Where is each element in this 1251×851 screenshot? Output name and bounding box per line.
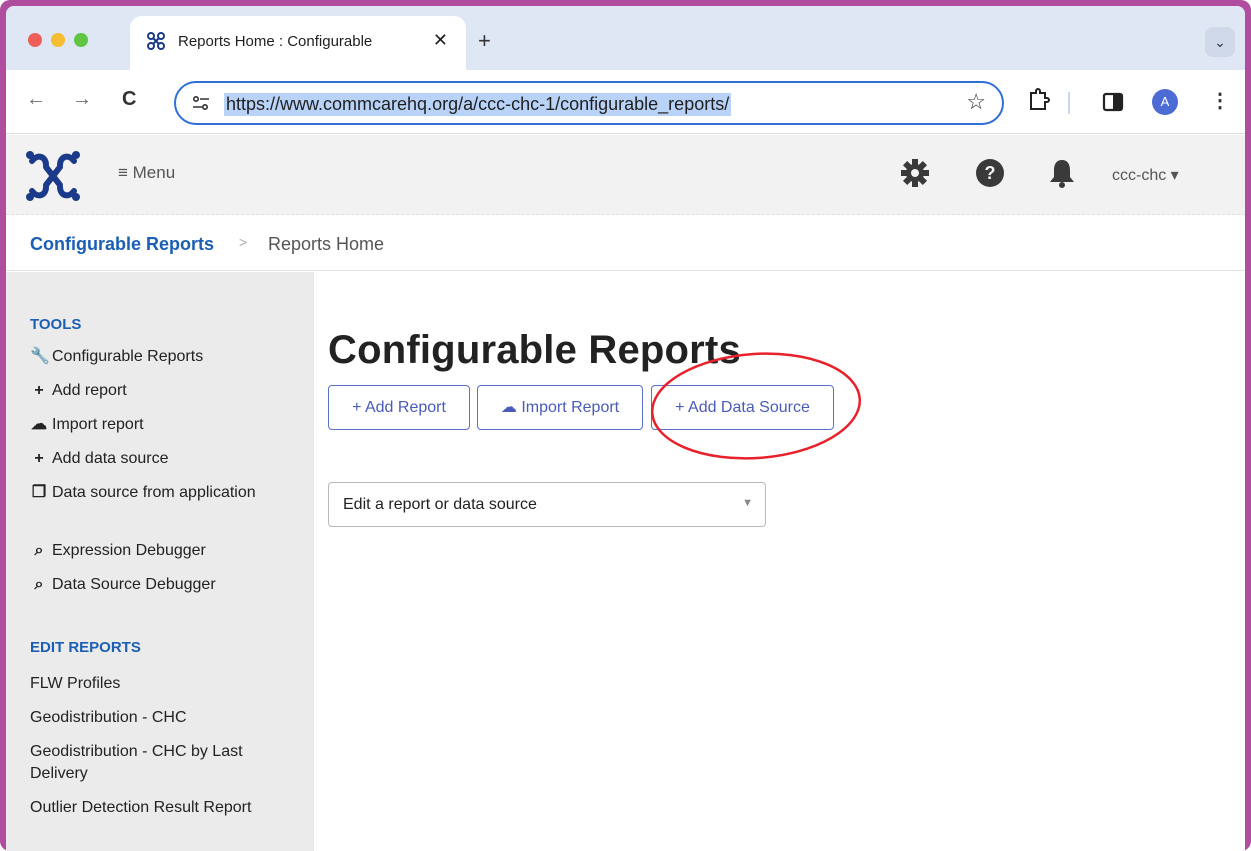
tab-title: Reports Home : Configurable [178,33,373,50]
address-bar[interactable]: https://www.commcarehq.org/a/ccc-chc-1/c… [174,81,1004,125]
breadcrumb: Configurable Reports > Reports Home [6,216,1245,271]
sidebar-item-report[interactable]: FLW Profiles [30,673,300,695]
bell-icon[interactable] [1046,157,1078,189]
active-tab[interactable]: Reports Home : Configurable ✕ [130,16,466,70]
maximize-window-button[interactable] [74,33,88,47]
minimize-window-button[interactable] [51,33,65,47]
sidebar-item-label: Add data source [52,450,169,467]
domain-dropdown[interactable]: ccc-chc ▾ [1112,165,1179,185]
svg-text:?: ? [985,163,996,183]
reload-button[interactable]: C [122,88,136,111]
search-icon: ⌕ [34,542,44,559]
help-icon[interactable]: ? [974,157,1006,189]
more-options-icon[interactable]: ⋮ [1210,88,1230,113]
tune-icon[interactable] [192,95,210,111]
plus-icon: + [34,382,44,399]
sidebar-heading-edit-reports: EDIT REPORTS [30,639,141,656]
sidebar-item-data-source-debugger[interactable]: ⌕ Data Source Debugger [30,574,300,596]
side-panel-icon[interactable] [1102,92,1124,112]
window-frame: Reports Home : Configurable ✕ + ⌄ ← → C … [0,0,1251,851]
toolbar-divider [1068,92,1070,114]
sidebar-item-report[interactable]: Geodistribution - CHC by Last Delivery [30,741,292,785]
butterfly-logo-icon [147,32,165,50]
sidebar-heading-tools: TOOLS [30,316,82,333]
close-tab-icon[interactable]: ✕ [433,30,448,51]
app-header: ≡ Menu ? ccc-chc ▾ [6,135,1245,215]
wrench-icon: 🔧 [30,348,50,365]
sidebar: TOOLS 🔧 Configurable Reports + Add report … [6,272,314,851]
menu-toggle-button[interactable]: ≡ Menu [118,163,175,183]
sidebar-item-add-data-source[interactable]: + Add data source [30,448,300,470]
url-text[interactable]: https://www.commcarehq.org/a/ccc-chc-1/c… [224,93,732,116]
sidebar-item-data-source-from-application[interactable]: ❐ Data source from application [30,482,300,504]
cloud-upload-icon: ☁ [31,416,47,433]
window-controls [28,33,88,47]
forward-button[interactable]: → [72,88,92,111]
sidebar-item-configurable-reports[interactable]: 🔧 Configurable Reports [30,346,300,368]
tab-strip: Reports Home : Configurable ✕ + ⌄ [6,6,1245,70]
plus-icon: + [34,450,44,467]
browser-toolbar: ← → C https://www.commcarehq.org/a/ccc-c… [6,70,1245,134]
add-report-button[interactable]: + Add Report [328,385,470,430]
select-value: Edit a report or data source [343,496,537,513]
import-report-label: Import Report [521,399,620,416]
tab-search-button[interactable]: ⌄ [1205,27,1235,57]
commcare-logo[interactable] [24,147,82,205]
profile-avatar[interactable]: A [1152,89,1178,115]
extensions-puzzle-icon[interactable] [1028,88,1050,112]
browser-window: Reports Home : Configurable ✕ + ⌄ ← → C … [6,6,1245,851]
annotation-highlight-ellipse [650,352,862,460]
copy-icon: ❐ [31,484,47,501]
import-report-button[interactable]: ☁ Import Report [477,385,643,430]
chevron-down-icon: ▼ [742,497,753,509]
breadcrumb-configurable-reports[interactable]: Configurable Reports [30,234,214,255]
sidebar-item-report[interactable]: Outlier Detection Result Report [30,797,292,819]
sidebar-item-add-report[interactable]: + Add report [30,380,300,402]
breadcrumb-current: Reports Home [268,234,385,254]
sidebar-item-label: Add report [52,382,127,399]
sidebar-item-label: Data source from application [52,484,256,501]
cloud-upload-icon: ☁ [500,399,517,416]
sidebar-item-label: Configurable Reports [52,348,204,365]
back-button[interactable]: ← [26,88,46,111]
report-select-dropdown[interactable]: Edit a report or data source ▼ [328,482,766,527]
sidebar-item-report[interactable]: Geodistribution - CHC [30,707,300,729]
bookmark-star-icon[interactable]: ☆ [966,89,986,115]
new-tab-button[interactable]: + [478,28,491,54]
sidebar-item-import-report[interactable]: ☁ Import report [30,414,300,436]
sidebar-item-label: Data Source Debugger [52,576,216,593]
gear-icon[interactable] [899,157,931,189]
sidebar-item-label: Expression Debugger [52,542,206,559]
close-window-button[interactable] [28,33,42,47]
breadcrumb-separator: > [239,234,248,250]
sidebar-item-expression-debugger[interactable]: ⌕ Expression Debugger [30,540,300,562]
search-icon: ⌕ [34,576,44,593]
sidebar-item-label: Import report [52,416,144,433]
